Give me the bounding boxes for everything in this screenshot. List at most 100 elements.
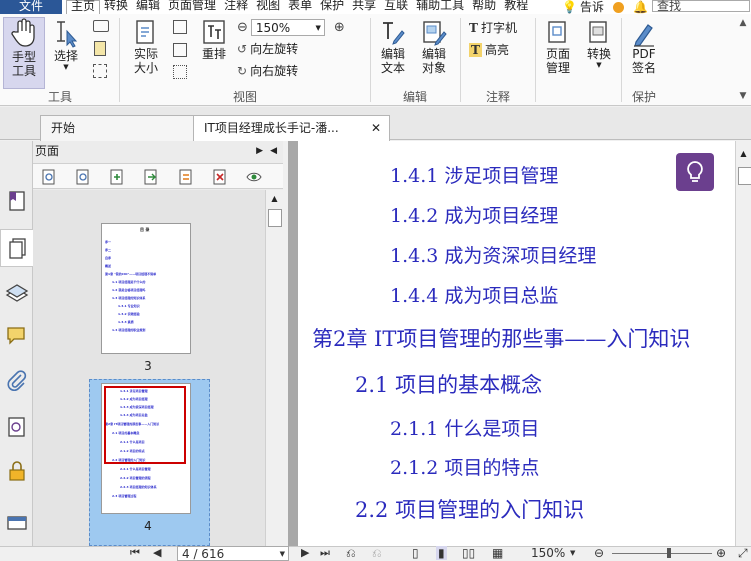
zoom-in-icon[interactable]: ⊕ [334,20,345,35]
page-manage-button[interactable]: 页面 管理 [538,19,578,85]
facing-pages-icon[interactable]: ▯▯ [462,546,475,560]
navigation-rail [0,141,33,546]
thumb4-line: 2.2.2 项目管理的流程 [120,476,151,480]
idea-button[interactable] [676,153,714,191]
prev-page-icon[interactable]: ◀ [153,546,161,560]
chevron-down-icon: ▼ [279,550,285,558]
document-view[interactable]: 1.4.1 涉足项目管理 1.4.2 成为项目经理 1.4.3 成为资深项目经理… [288,141,751,546]
zoom-in-icon[interactable]: ⊕ [716,546,726,560]
delete-page-icon[interactable] [212,169,228,185]
pdf-sign-button[interactable]: PDF 签名 [624,19,664,85]
camera-icon[interactable] [93,20,109,32]
zoom-out-icon[interactable]: ⊖ [237,20,248,35]
go-back-icon[interactable]: ⎌ [346,546,356,560]
zoom-out-page-icon[interactable] [75,169,91,185]
zoom-in-page-icon[interactable] [41,169,57,185]
chevron-down-icon[interactable]: ▼ [736,91,750,102]
highlight-button[interactable]: T 高亮 [469,43,509,57]
typewriter-button[interactable]: T 打字机 [469,21,517,35]
menu-edit[interactable]: 编辑 [132,0,164,14]
single-page-icon[interactable]: ▯ [412,546,419,560]
zoom-out-icon[interactable]: ⊖ [594,546,604,560]
hand-tool-button[interactable]: 手型 工具 [3,17,45,89]
extract-page-icon[interactable] [143,169,159,185]
zoom-slider-handle[interactable] [667,548,671,558]
zoom-box-icon[interactable] [93,64,107,78]
document-page[interactable]: 1.4.1 涉足项目管理 1.4.2 成为项目经理 1.4.3 成为资深项目经理… [298,141,738,546]
scroll-thumb[interactable] [738,167,751,185]
convert-button[interactable]: 转换 ▼ [580,19,618,85]
zoom-select[interactable]: 150% ▼ [250,19,325,36]
continuous-facing-icon[interactable]: ▦ [492,546,503,560]
bookmark-icon[interactable] [5,189,29,213]
thumbnails-scrollbar[interactable]: ▲ [265,190,283,546]
zoom-level[interactable]: 150% [531,546,565,560]
rotate-left-button[interactable]: ↺ 向左旋转 [237,42,298,56]
page-number-input[interactable]: 4 / 616 ▼ [177,546,289,561]
reflow-button[interactable]: 重排 [196,19,232,79]
chevron-down-icon[interactable]: ▼ [570,546,575,560]
rotate-right-button[interactable]: ↻ 向右旋转 [237,64,298,78]
menu-help[interactable]: 帮助 [468,0,500,14]
page-properties-icon[interactable] [246,169,262,185]
insert-page-icon[interactable] [109,169,125,185]
fit-width-icon[interactable] [173,43,187,57]
menu-tutorial[interactable]: 教程 [500,0,532,14]
tab-start[interactable]: 开始 [40,115,202,141]
form-fields-icon[interactable] [5,511,29,535]
collapse-panel-icon[interactable]: ▶ [256,141,263,161]
pen-icon [634,24,654,47]
chevron-up-icon[interactable]: ▲ [266,194,283,203]
attachment-icon[interactable] [5,369,29,393]
menu-convert[interactable]: 转换 [100,0,132,14]
ribbon-scroll[interactable]: ▲ ▼ [736,18,750,102]
fit-page-icon[interactable] [173,20,187,34]
fullscreen-icon[interactable]: ⤢ [738,546,748,560]
select-button[interactable]: 选择 ▼ [48,19,84,79]
menu-home[interactable]: 主页 [66,0,101,14]
pages-panel-header: 页面 ▶ ◀ [33,141,283,161]
chevron-up-icon[interactable]: ▲ [736,149,751,158]
chevron-up-icon[interactable]: ▲ [736,18,750,29]
zoom-slider[interactable] [612,553,712,554]
pages-rail-tab[interactable] [0,229,33,267]
clipboard-icon[interactable] [94,41,106,56]
comment-icon[interactable] [5,324,29,348]
toc-line-2-1: 2.1 项目的基本概念 [355,373,543,397]
bell-icon[interactable]: 🔔 [633,1,648,13]
last-page-icon[interactable]: ⏭ [320,546,330,560]
lock-icon[interactable] [5,459,29,483]
replace-page-icon[interactable] [178,169,194,185]
layers-icon[interactable] [5,281,29,305]
menu-page-manage[interactable]: 页面管理 [164,0,220,14]
go-forward-icon[interactable]: ⎌ [372,546,382,560]
scroll-thumb[interactable] [268,209,282,227]
hide-panel-icon[interactable]: ◀ [270,141,277,161]
pages-panel-title: 页面 [35,144,60,158]
first-page-icon[interactable]: ⏮ [130,546,140,560]
menu-connect[interactable]: 互联 [380,0,412,14]
signature-panel-icon[interactable] [5,415,29,439]
next-page-icon[interactable]: ▶ [301,546,309,560]
page-thumbnail-4[interactable]: 1.4.1 涉足项目管理 1.4.2 成为项目经理 1.4.3 成为资深项目经理… [101,383,191,514]
edit-text-button[interactable]: 编辑 文本 [375,19,411,85]
continuous-page-icon[interactable]: ▮ [436,546,447,560]
visible-area-indicator[interactable] [104,386,186,464]
close-icon[interactable]: ✕ [371,116,381,140]
menu-protect[interactable]: 保护 [316,0,348,14]
actual-size-button[interactable]: 实际 大小 [128,19,164,85]
tell-me[interactable]: 💡 告诉 🔔 [562,0,648,14]
menu-form[interactable]: 表单 [284,0,316,14]
search-input[interactable]: 查找 [652,0,750,12]
menu-view[interactable]: 视图 [252,0,284,14]
menu-comment[interactable]: 注释 [220,0,252,14]
file-menu[interactable]: 文件 [0,0,62,14]
edit-object-button[interactable]: 编辑 对象 [414,19,454,85]
document-scrollbar[interactable]: ▲ [735,141,751,546]
highlight-icon: T [469,43,482,57]
tab-document[interactable]: IT项目经理成长手记-潘... ✕ [193,115,390,141]
page-thumbnail-3[interactable]: 目 录 序一 序二 自序 概述 第1章 "我的CIO"——项目经理不简单 1.1… [101,223,191,354]
fit-visible-icon[interactable] [173,65,187,79]
menu-accessibility[interactable]: 辅助工具 [412,0,468,14]
menu-share[interactable]: 共享 [348,0,380,14]
